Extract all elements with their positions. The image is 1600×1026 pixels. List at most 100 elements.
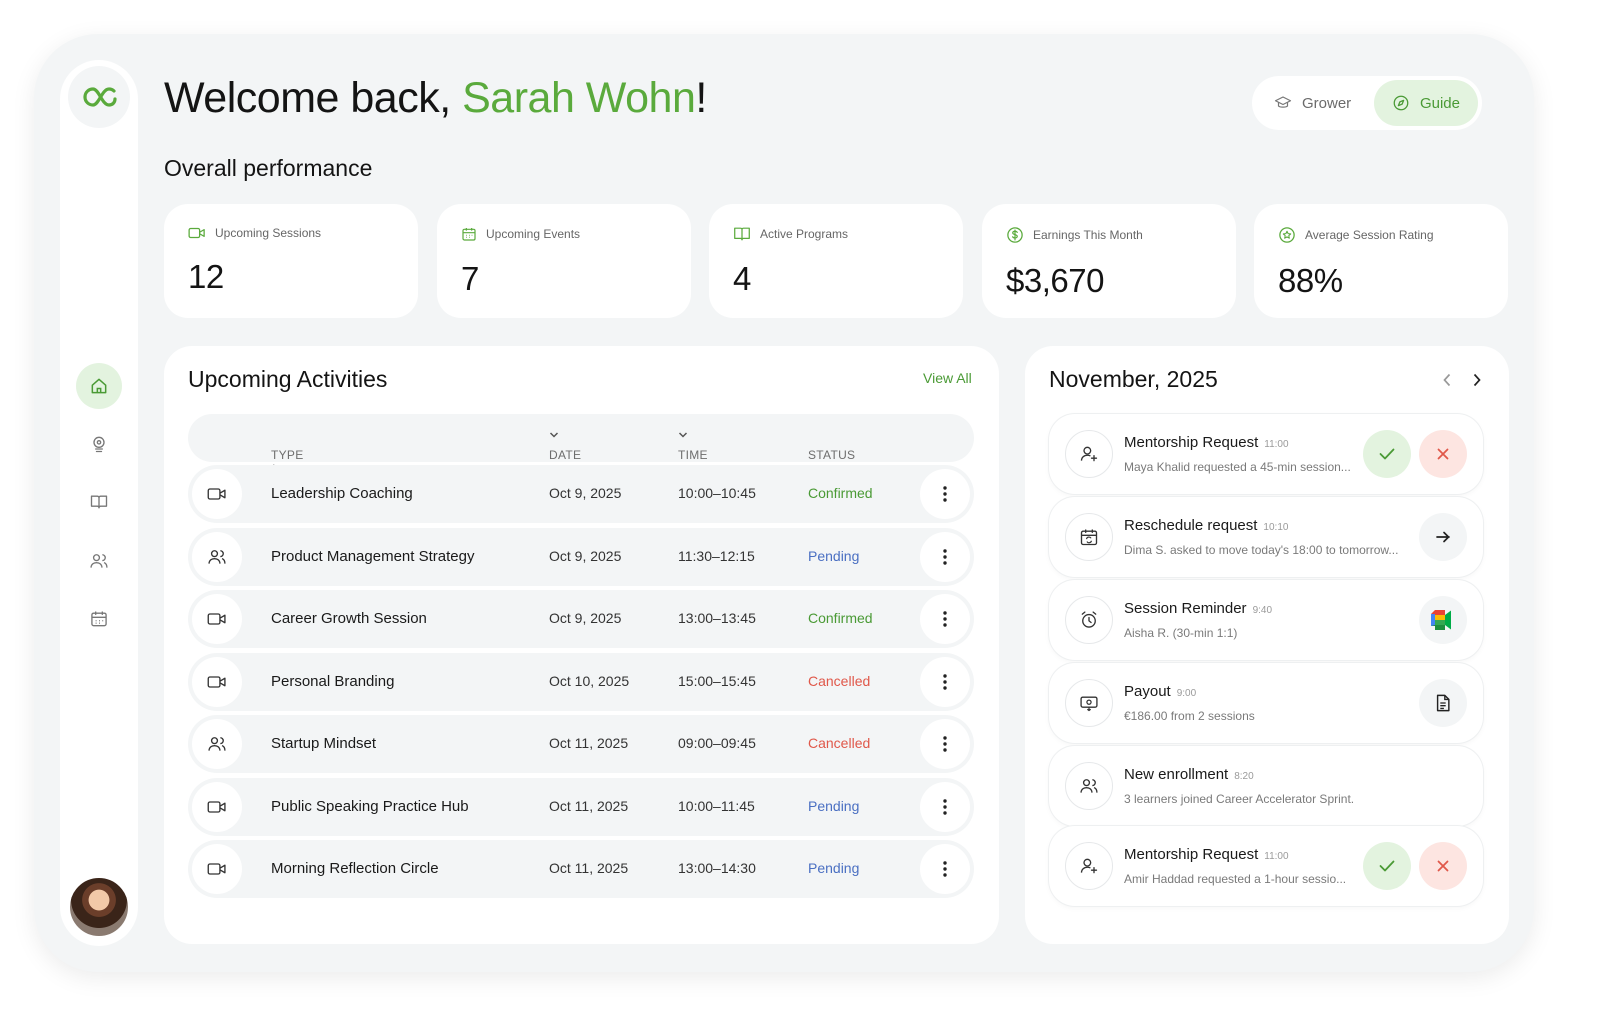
notification-session-reminder[interactable]: Session Reminder 9:40 Aisha R. (30-min 1:… [1049,580,1483,660]
row-type-badge [192,657,242,707]
notification-title-text: Payout [1124,683,1171,700]
avatar[interactable] [67,875,131,939]
sidebar-item-home[interactable] [76,363,122,409]
table-row[interactable]: Startup Mindset Oct 11, 2025 09:00–09:45… [188,715,974,773]
stat-card-session-rating[interactable]: Average Session Rating 88% [1254,204,1508,318]
decline-button[interactable] [1419,842,1467,890]
status-badge: Confirmed [808,610,873,626]
notification-title: Payout 9:00 [1124,683,1196,700]
stat-card-active-programs[interactable]: Active Programs 4 [709,204,963,318]
view-receipt-button[interactable] [1419,679,1467,727]
role-option-label: Grower [1302,94,1352,112]
row-type-badge [192,719,242,769]
video-icon [207,801,226,813]
table-row[interactable]: Career Growth Session Oct 9, 2025 13:00–… [188,590,974,648]
notification-time: 11:00 [1264,851,1289,862]
sidebar-item-programs[interactable] [76,479,122,525]
sidebar-item-community[interactable] [76,538,122,584]
row-more-button[interactable] [920,657,970,707]
row-more-button[interactable] [920,469,970,519]
row-more-button[interactable] [920,594,970,644]
stat-card-upcoming-sessions[interactable]: Upcoming Sessions 12 [164,204,418,318]
row-more-button[interactable] [920,719,970,769]
google-meet-icon [1431,610,1451,630]
user-plus-icon [1080,858,1098,874]
status-badge: Pending [808,798,860,814]
status-badge: Pending [808,548,860,564]
section-title: Overall performance [164,155,373,181]
accept-button[interactable] [1363,430,1411,478]
stat-label: Upcoming Events [486,227,581,241]
table-row[interactable]: Public Speaking Practice Hub Oct 11, 202… [188,778,974,836]
chevron-down-icon [678,432,688,438]
row-topic: Morning Reflection Circle [271,860,439,877]
location-icon [93,436,105,453]
notification-subtitle: Maya Khalid requested a 45-min session..… [1124,460,1351,474]
row-date: Oct 11, 2025 [549,735,629,751]
notification-subtitle: €186.00 from 2 sessions [1124,709,1255,723]
row-topic: Career Growth Session [271,610,427,627]
row-topic: Public Speaking Practice Hub [271,798,469,815]
row-more-button[interactable] [920,532,970,582]
greeting-text: Welcome back, [164,74,463,122]
alarm-icon [1081,611,1097,628]
chevron-down-icon [549,432,559,438]
accept-button[interactable] [1363,842,1411,890]
notification-icon-badge [1065,430,1113,478]
open-request-button[interactable] [1419,513,1467,561]
arrow-right-icon [1436,531,1450,543]
decline-button[interactable] [1419,430,1467,478]
stat-card-upcoming-events[interactable]: Upcoming Events 7 [437,204,691,318]
role-option-label: Guide [1419,94,1460,112]
row-topic: Leadership Coaching [271,485,413,502]
video-icon [207,676,226,688]
row-time: 10:00–11:45 [678,798,755,814]
notification-subtitle: Dima S. asked to move today's 18:00 to t… [1124,543,1399,557]
notification-reschedule-request[interactable]: Reschedule request 10:10 Dima S. asked to… [1049,497,1483,577]
table-row[interactable]: Morning Reflection Circle Oct 11, 2025 1… [188,840,974,898]
row-time: 13:00–14:30 [678,860,756,876]
notification-title-text: New enrollment [1124,766,1229,783]
column-header-date[interactable]: DATE [549,431,581,462]
sidebar-item-calendar[interactable] [76,596,122,642]
month-title: November, 2025 [1049,366,1218,392]
row-topic: Product Management Strategy [271,548,475,565]
notification-new-enrollment[interactable]: New enrollment 8:20 3 learners joined Car… [1049,746,1483,826]
notification-time: 10:10 [1263,522,1289,533]
role-option-grower[interactable]: Grower [1256,80,1369,126]
next-month-button[interactable] [1469,370,1485,390]
status-badge: Confirmed [808,485,873,501]
stat-card-earnings[interactable]: Earnings This Month $3,670 [982,204,1236,318]
table-row[interactable]: Product Management Strategy Oct 9, 2025 … [188,528,974,586]
payout-icon [1080,696,1098,712]
notification-title: Mentorship Request 11:00 [1124,846,1289,863]
video-icon [188,227,205,239]
role-toggle: Grower Guide [1252,76,1482,130]
stat-label: Earnings This Month [1033,228,1143,242]
notification-mentorship-request[interactable]: Mentorship Request 11:00 Amir Haddad requ… [1049,826,1483,906]
sidebar-item-location[interactable] [76,421,122,467]
logo[interactable] [68,66,130,128]
row-more-button[interactable] [920,844,970,894]
table-row[interactable]: Leadership Coaching Oct 9, 2025 10:00–10… [188,465,974,523]
status-badge: Pending [808,860,860,876]
column-header-label: STATUS [808,448,856,462]
row-topic: Personal Branding [271,673,395,690]
notification-mentorship-request[interactable]: Mentorship Request 11:00 Maya Khalid requ… [1049,414,1483,494]
column-header-label: DATE [549,448,582,462]
prev-month-button[interactable] [1439,370,1455,390]
table-header: TYPE / TOPIC DATE TIME STATUS [188,414,974,490]
close-icon [1437,860,1449,872]
row-more-button[interactable] [920,782,970,832]
activities-panel: Upcoming Activities View All TYPE / TOPI… [164,346,999,944]
table-row[interactable]: Personal Branding Oct 10, 2025 15:00–15:… [188,653,974,711]
status-badge: Cancelled [808,673,871,689]
more-vertical-icon [943,549,947,565]
view-all-link[interactable]: View All [923,370,972,386]
role-option-guide[interactable]: Guide [1373,80,1478,126]
stat-value: $3,670 [1006,262,1104,299]
column-header-time[interactable]: TIME [678,431,708,462]
join-meet-button[interactable] [1419,596,1467,644]
row-date: Oct 9, 2025 [549,485,622,501]
notification-payout[interactable]: Payout 9:00 €186.00 from 2 sessions [1049,663,1483,743]
